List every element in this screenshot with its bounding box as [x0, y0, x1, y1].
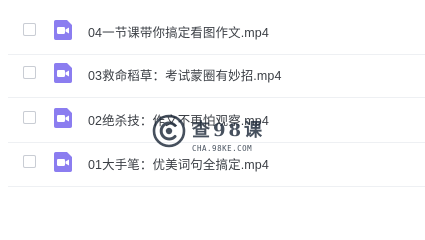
row-checkbox[interactable]	[23, 23, 36, 36]
row-divider	[8, 186, 425, 187]
file-name[interactable]: 04一节课带你搞定看图作文.mp4	[88, 22, 269, 41]
file-name[interactable]: 02绝杀技：作文不再怕观察.mp4	[88, 110, 269, 129]
file-name[interactable]: 03救命稻草：考试蒙圈有妙招.mp4	[88, 65, 282, 84]
row-checkbox[interactable]	[23, 111, 36, 124]
video-file-icon	[54, 152, 72, 172]
row-checkbox[interactable]	[23, 155, 36, 168]
video-file-icon	[54, 20, 72, 40]
file-list: 04一节课带你搞定看图作文.mp4 03救命稻草：考试蒙圈有妙招.mp4 02绝…	[0, 0, 425, 202]
video-file-icon	[54, 63, 72, 83]
file-row[interactable]: 02绝杀技：作文不再怕观察.mp4	[0, 97, 425, 143]
file-row[interactable]: 04一节课带你搞定看图作文.mp4	[0, 9, 425, 55]
file-row[interactable]: 01大手笔：优美词句全搞定.mp4	[0, 141, 425, 187]
file-name[interactable]: 01大手笔：优美词句全搞定.mp4	[88, 154, 269, 173]
file-row[interactable]: 03救命稻草：考试蒙圈有妙招.mp4	[0, 52, 425, 98]
video-file-icon	[54, 108, 72, 128]
row-checkbox[interactable]	[23, 66, 36, 79]
